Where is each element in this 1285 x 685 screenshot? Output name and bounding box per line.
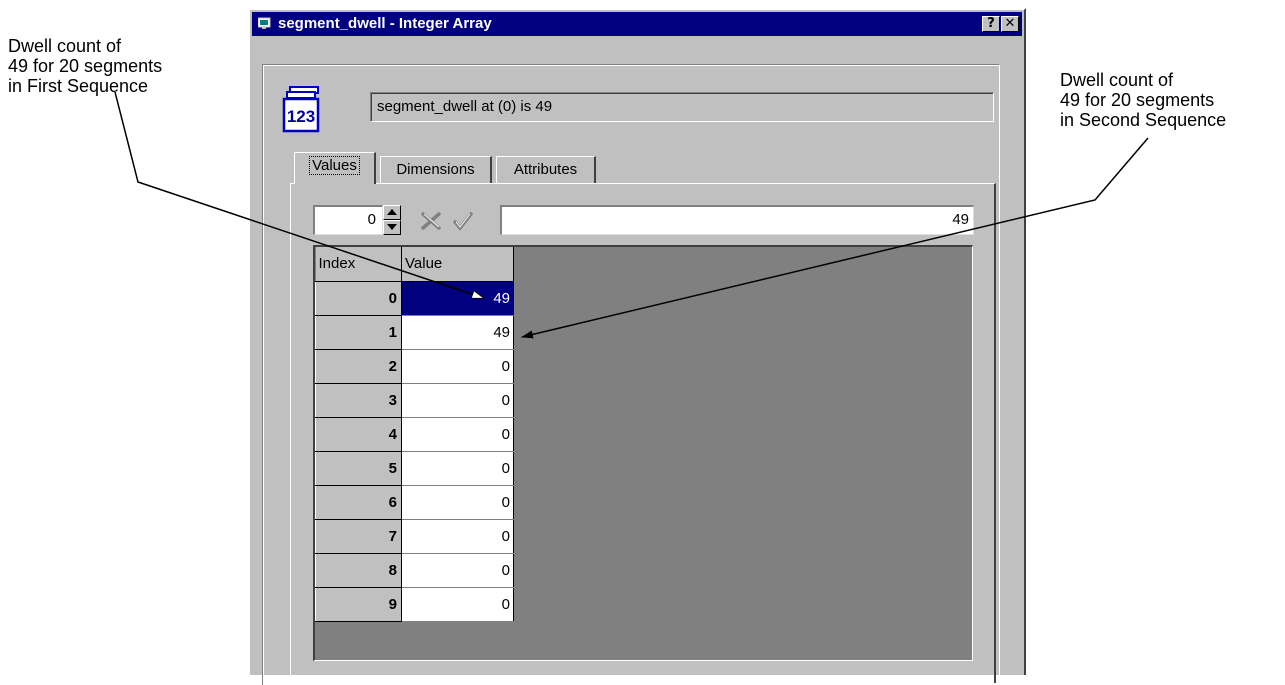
value-cell[interactable]: 0 [401,587,514,622]
value-cell[interactable]: 0 [401,417,514,452]
value-cell[interactable]: 0 [401,349,514,384]
value-column-header[interactable]: Value [401,247,514,282]
table-row[interactable]: 0 49 [315,280,514,316]
index-input[interactable]: 0 [313,205,383,235]
close-button[interactable]: ✕ [1001,16,1019,32]
window-title: segment_dwell - Integer Array [278,15,492,32]
array-icon-label: 123 [287,107,315,126]
table-row[interactable]: 2 0 [315,348,514,384]
value-cell[interactable]: 0 [401,485,514,520]
row-index[interactable]: 7 [315,518,402,554]
row-index[interactable]: 2 [315,348,402,384]
cancel-x-icon[interactable] [420,211,442,231]
values-table: Index Value 0 49 1 49 2 0 3 0 4 0 5 0 6 … [315,247,514,622]
values-grid: Index Value 0 49 1 49 2 0 3 0 4 0 5 0 6 … [313,245,973,661]
window-app-icon [258,17,271,29]
annotation-line: Dwell count of [8,36,122,56]
integer-array-window: segment_dwell - Integer Array ? ✕ 123 se… [248,8,1026,685]
value-cell[interactable]: 0 [401,553,514,588]
value-cell[interactable]: 0 [401,451,514,486]
status-field: segment_dwell at (0) is 49 [370,92,994,122]
checkmark-icon[interactable] [452,211,474,231]
value-cell[interactable]: 49 [401,315,514,350]
row-index[interactable]: 8 [315,552,402,588]
value-input[interactable]: 49 [500,205,974,235]
tab-values[interactable]: Values [294,152,376,184]
integer-array-icon: 123 [282,86,320,133]
table-row[interactable]: 3 0 [315,382,514,418]
annotation-line: in Second Sequence [1060,110,1227,130]
annotation-line: 49 for 20 segments [8,56,163,76]
annotation-line: in First Sequence [8,76,149,96]
annotation-line: 49 for 20 segments [1060,90,1215,110]
row-index[interactable]: 3 [315,382,402,418]
annotation-second-sequence: Dwell count of 49 for 20 segments in Sec… [1060,70,1226,130]
row-index[interactable]: 0 [315,280,402,316]
arrow-up-icon [387,209,397,215]
tab-values-label: Values [309,156,360,175]
row-index[interactable]: 4 [315,416,402,452]
table-row[interactable]: 9 0 [315,586,514,622]
tab-dimensions[interactable]: Dimensions [380,156,492,184]
spin-down-button[interactable] [383,220,401,235]
annotation-first-sequence: Dwell count of 49 for 20 segments in Fir… [8,36,162,96]
title-bar[interactable]: segment_dwell - Integer Array ? ✕ [252,12,1022,36]
row-index[interactable]: 6 [315,484,402,520]
row-index[interactable]: 9 [315,586,402,622]
row-index[interactable]: 1 [315,314,402,350]
table-row[interactable]: 5 0 [315,450,514,486]
table-row[interactable]: 7 0 [315,518,514,554]
value-cell[interactable]: 0 [401,519,514,554]
help-button[interactable]: ? [982,16,1000,32]
value-cell[interactable]: 0 [401,383,514,418]
table-row[interactable]: 6 0 [315,484,514,520]
spin-up-button[interactable] [383,205,401,220]
tab-attributes[interactable]: Attributes [496,156,596,184]
annotation-line: Dwell count of [1060,70,1174,90]
index-column-header[interactable]: Index [315,247,402,282]
table-row[interactable]: 8 0 [315,552,514,588]
value-cell[interactable]: 49 [401,281,514,316]
table-row[interactable]: 1 49 [315,314,514,350]
arrow-down-icon [387,224,397,230]
row-index[interactable]: 5 [315,450,402,486]
table-row[interactable]: 4 0 [315,416,514,452]
